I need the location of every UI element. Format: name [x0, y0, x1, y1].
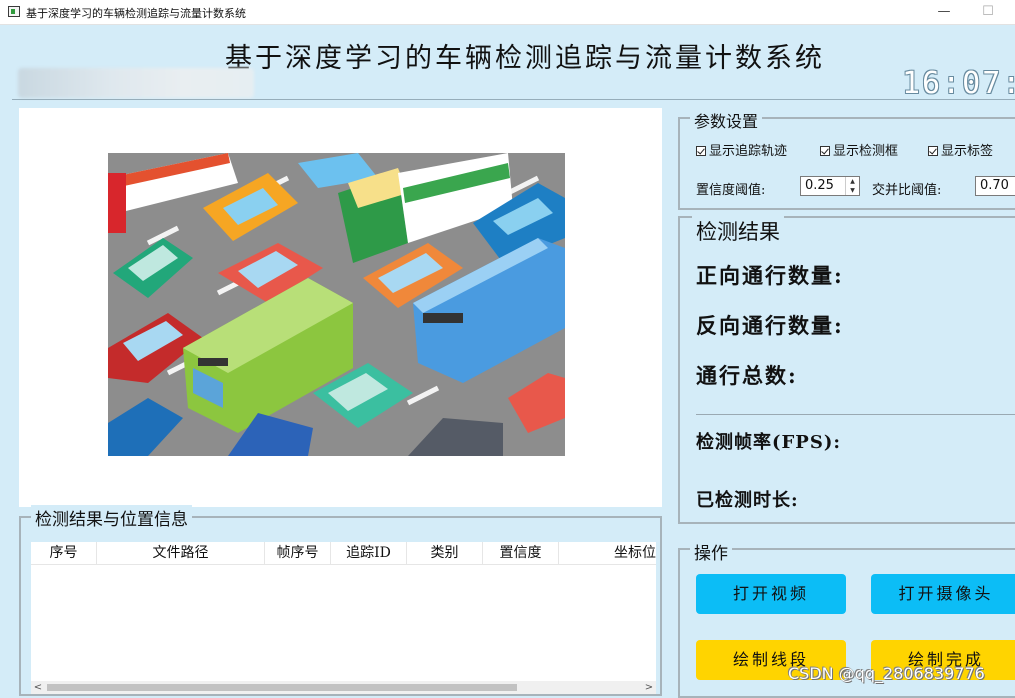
- checkbox-checked-icon[interactable]: [928, 146, 938, 156]
- spin-up-icon[interactable]: ▲: [846, 177, 859, 186]
- forward-count-label: 正向通行数量:: [696, 263, 844, 288]
- spin-arrows[interactable]: ▲ ▼: [845, 177, 859, 195]
- elapsed-time-label: 已检测时长:: [696, 490, 799, 511]
- column-header-track-id[interactable]: 追踪ID: [331, 542, 407, 564]
- table-group-title: 检测结果与位置信息: [31, 505, 192, 530]
- column-header-confidence[interactable]: 置信度: [483, 542, 559, 564]
- confidence-threshold-value[interactable]: 0.25: [805, 178, 834, 193]
- checkbox-checked-icon[interactable]: [820, 146, 830, 156]
- checkbox-label: 显示检测框: [833, 144, 899, 159]
- confidence-threshold-label: 置信度阈值:: [696, 183, 766, 198]
- spin-down-icon[interactable]: ▼: [846, 186, 859, 195]
- parameter-settings-group: 参数设置 显示追踪轨迹 显示检测框 显示标签 置信度阈值: 0.25 ▲ ▼ 交并…: [678, 108, 1015, 210]
- show-labels-checkbox[interactable]: 显示标签: [928, 140, 993, 159]
- scroll-left-icon[interactable]: <: [31, 681, 45, 694]
- window-title: 基于深度学习的车辆检测追踪与流量计数系统: [26, 7, 246, 20]
- table-header: 序号 文件路径 帧序号 追踪ID 类别 置信度 坐标位: [31, 542, 656, 565]
- open-camera-button[interactable]: 打开摄像头: [871, 574, 1015, 614]
- column-header-class[interactable]: 类别: [407, 542, 483, 564]
- maximize-button[interactable]: ☐: [966, 2, 1010, 22]
- minimize-button[interactable]: —: [922, 2, 966, 22]
- iou-threshold-spinbox[interactable]: 0.70: [975, 176, 1015, 196]
- blurred-subtitle: [18, 68, 254, 98]
- header-divider: [12, 99, 1015, 100]
- confidence-threshold-spinbox[interactable]: 0.25 ▲ ▼: [800, 176, 860, 196]
- params-group-title: 参数设置: [690, 108, 763, 132]
- window-titlebar: 基于深度学习的车辆检测追踪与流量计数系统 — ☐: [0, 0, 1015, 25]
- iou-threshold-value[interactable]: 0.70: [980, 178, 1009, 193]
- detection-results-table-group: 检测结果与位置信息 序号 文件路径 帧序号 追踪ID 类别 置信度 坐标位 < …: [19, 505, 662, 696]
- reverse-count-label: 反向通行数量:: [696, 313, 844, 338]
- checkbox-checked-icon[interactable]: [696, 146, 706, 156]
- clock-display: 16:07:24: [902, 66, 1015, 101]
- video-display-panel: [19, 108, 662, 507]
- detection-results-group: 检测结果 正向通行数量: 反向通行数量: 通行总数: 检测帧率(FPS): 已检…: [678, 216, 1015, 524]
- checkbox-label: 显示标签: [941, 144, 994, 159]
- show-tracks-checkbox[interactable]: 显示追踪轨迹: [696, 140, 787, 159]
- iou-threshold-label: 交并比阈值:: [872, 183, 942, 198]
- app-icon: [8, 6, 20, 17]
- column-header-coordinates[interactable]: 坐标位: [559, 542, 656, 564]
- watermark-text: CSDN @qq_2806839776: [788, 664, 985, 683]
- results-table[interactable]: 序号 文件路径 帧序号 追踪ID 类别 置信度 坐标位 < >: [31, 542, 656, 694]
- checkbox-label: 显示追踪轨迹: [709, 144, 788, 159]
- column-header-file-path[interactable]: 文件路径: [97, 542, 265, 564]
- show-boxes-checkbox[interactable]: 显示检测框: [820, 140, 898, 159]
- ops-group-title: 操作: [690, 539, 732, 564]
- traffic-scene-image: [108, 153, 565, 456]
- column-header-frame[interactable]: 帧序号: [265, 542, 331, 564]
- column-header-index[interactable]: 序号: [31, 542, 97, 564]
- scroll-right-icon[interactable]: >: [642, 681, 656, 694]
- horizontal-scrollbar[interactable]: < >: [31, 681, 656, 694]
- total-count-label: 通行总数:: [696, 363, 798, 388]
- fps-label: 检测帧率(FPS):: [696, 432, 841, 453]
- results-group-title: 检测结果: [692, 216, 784, 246]
- results-divider: [696, 414, 1015, 415]
- open-video-button[interactable]: 打开视频: [696, 574, 846, 614]
